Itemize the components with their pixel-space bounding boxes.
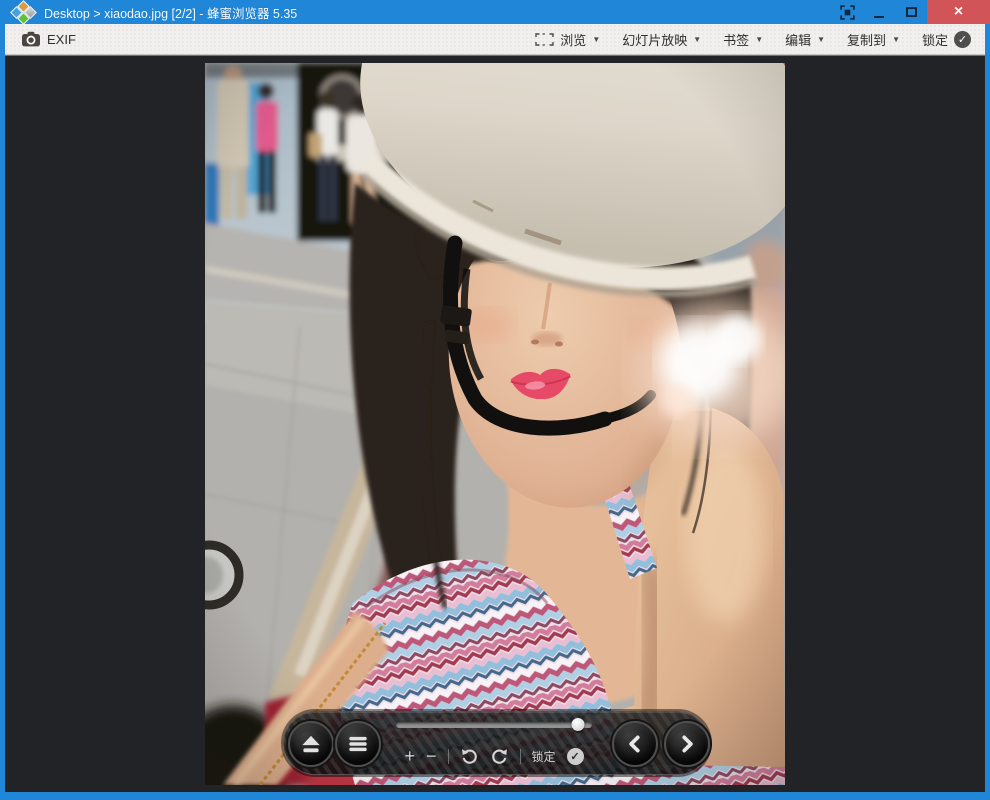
menu-edit[interactable]: 编辑 ▼ [785, 30, 825, 49]
divider [448, 749, 449, 764]
menu-browse[interactable]: 浏览 ▼ [535, 30, 600, 49]
rotate-left-icon[interactable] [460, 747, 479, 766]
window-title: Desktop > xiaodao.jpg [2/2] - 蜂蜜浏览器 5.35 [44, 3, 297, 22]
dropdown-arrow-icon: ▼ [892, 35, 900, 44]
menu-button[interactable] [335, 721, 381, 767]
next-icon [676, 733, 698, 755]
close-button[interactable]: × [927, 0, 990, 24]
previous-image-button[interactable] [612, 721, 658, 767]
minimize-icon [874, 16, 884, 18]
viewer-control-bar: + − 锁定 ✓ [283, 711, 710, 775]
toolbar-lock-toggle[interactable]: 锁定 ✓ [922, 30, 971, 49]
zoom-out-button[interactable]: − [426, 747, 437, 765]
viewer-canvas: + − 锁定 ✓ [5, 56, 985, 792]
fullscreen-icon [840, 5, 855, 20]
browse-frame-icon [535, 33, 554, 46]
lock-check-icon: ✓ [954, 31, 971, 48]
control-row: + − 锁定 ✓ [392, 743, 596, 769]
dropdown-arrow-icon: ▼ [755, 35, 763, 44]
menu-browse-label: 浏览 [560, 30, 586, 49]
fullscreen-button[interactable] [831, 0, 863, 24]
toolbar-menus: 浏览 ▼ 幻灯片放映 ▼ 书签 ▼ 编辑 ▼ 复制到 ▼ 锁定 ✓ [535, 30, 971, 49]
exif-label: EXIF [47, 32, 76, 47]
controlbar-lock-label[interactable]: 锁定 [532, 748, 556, 765]
menu-bookmarks-label: 书签 [723, 30, 749, 49]
zoom-in-button[interactable]: + [404, 747, 415, 765]
divider [520, 749, 521, 764]
toolbar: EXIF 浏览 ▼ 幻灯片放映 ▼ 书签 ▼ 编辑 ▼ [5, 24, 985, 55]
zoom-slider[interactable] [396, 722, 592, 728]
menu-slideshow-label: 幻灯片放映 [622, 30, 687, 49]
app-logo-icon [12, 2, 36, 22]
menu-copy-to-label: 复制到 [847, 30, 886, 49]
menu-icon [345, 731, 371, 757]
title-bar[interactable]: Desktop > xiaodao.jpg [2/2] - 蜂蜜浏览器 5.35… [0, 0, 990, 24]
maximize-button[interactable] [895, 0, 927, 24]
menu-bookmarks[interactable]: 书签 ▼ [723, 30, 763, 49]
camera-icon [21, 31, 41, 47]
eject-icon [298, 731, 324, 757]
menu-copy-to[interactable]: 复制到 ▼ [847, 30, 900, 49]
lock-check-icon[interactable]: ✓ [567, 748, 584, 765]
photo-image[interactable] [205, 63, 785, 785]
dropdown-arrow-icon: ▼ [817, 35, 825, 44]
app-window: Desktop > xiaodao.jpg [2/2] - 蜂蜜浏览器 5.35… [0, 0, 990, 800]
menu-edit-label: 编辑 [785, 30, 811, 49]
maximize-icon [906, 7, 917, 17]
next-image-button[interactable] [664, 721, 710, 767]
minimize-button[interactable] [863, 0, 895, 24]
rotate-right-icon[interactable] [490, 747, 509, 766]
zoom-slider-thumb[interactable] [572, 718, 585, 731]
exif-button[interactable]: EXIF [21, 31, 76, 47]
close-icon: × [954, 3, 963, 21]
eject-button[interactable] [288, 721, 334, 767]
toolbar-lock-label: 锁定 [922, 30, 948, 49]
dropdown-arrow-icon: ▼ [592, 35, 600, 44]
prev-icon [624, 733, 646, 755]
dropdown-arrow-icon: ▼ [693, 35, 701, 44]
menu-slideshow[interactable]: 幻灯片放映 ▼ [622, 30, 701, 49]
